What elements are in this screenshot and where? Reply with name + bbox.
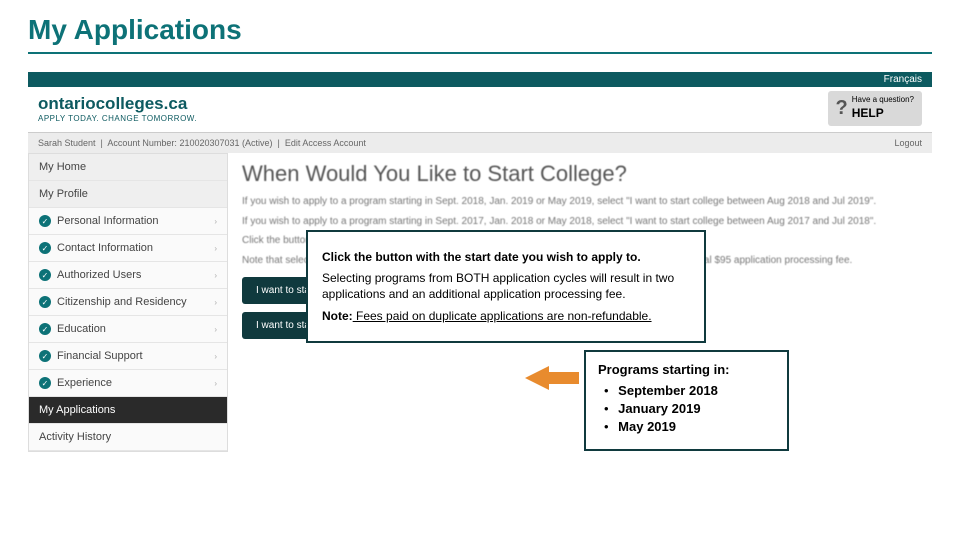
logout-link[interactable]: Logout (894, 138, 922, 148)
sidebar-my-applications[interactable]: My Applications (29, 397, 227, 424)
instruction-p1: If you wish to apply to a program starti… (242, 195, 918, 209)
sidebar-personal-info[interactable]: ✓Personal Information› (29, 208, 227, 235)
check-icon: ✓ (39, 269, 51, 281)
chevron-right-icon: › (214, 244, 217, 253)
help-cta: HELP (852, 106, 884, 120)
edit-account-link[interactable]: Edit Access Account (285, 138, 366, 148)
account-number-label: Account Number (107, 138, 174, 148)
check-icon: ✓ (39, 296, 51, 308)
slide-title: My Applications (0, 0, 960, 46)
callout-line3: Note: Fees paid on duplicate application… (322, 308, 690, 324)
account-number: 210020307031 (179, 138, 239, 148)
check-icon: ✓ (39, 377, 51, 389)
page-heading: When Would You Like to Start College? (242, 161, 918, 187)
sidebar: My Home My Profile ✓Personal Information… (28, 153, 228, 452)
arrow-icon (525, 366, 549, 390)
check-icon: ✓ (39, 242, 51, 254)
sidebar-citizenship[interactable]: ✓Citizenship and Residency› (29, 289, 227, 316)
chevron-right-icon: › (214, 298, 217, 307)
callout-line1: Click the button with the start date you… (322, 249, 690, 265)
brand-tagline: APPLY TODAY. CHANGE TOMORROW. (38, 114, 197, 123)
check-icon: ✓ (39, 350, 51, 362)
sidebar-experience[interactable]: ✓Experience› (29, 370, 227, 397)
question-icon: ? (836, 97, 848, 120)
brand-bar: ontariocolleges.ca APPLY TODAY. CHANGE T… (28, 87, 932, 133)
programs-callout: Programs starting in: September 2018 Jan… (584, 350, 789, 451)
programs-header: Programs starting in: (598, 362, 775, 377)
help-text: Have a question? HELP (852, 95, 914, 122)
sidebar-financial-support[interactable]: ✓Financial Support› (29, 343, 227, 370)
check-icon: ✓ (39, 215, 51, 227)
brand-name: ontariocolleges.ca (38, 94, 197, 114)
sidebar-my-profile[interactable]: My Profile (29, 181, 227, 208)
sidebar-contact-info[interactable]: ✓Contact Information› (29, 235, 227, 262)
account-status: (Active) (242, 138, 273, 148)
help-label: Have a question? (852, 95, 914, 104)
chevron-right-icon: › (214, 379, 217, 388)
sidebar-authorized-users[interactable]: ✓Authorized Users› (29, 262, 227, 289)
instruction-callout: Click the button with the start date you… (306, 230, 706, 343)
callout-line2: Selecting programs from BOTH application… (322, 270, 690, 302)
instruction-p2: If you wish to apply to a program starti… (242, 215, 918, 229)
program-item: September 2018 (604, 383, 775, 398)
sidebar-education[interactable]: ✓Education› (29, 316, 227, 343)
sidebar-activity-history[interactable]: Activity History (29, 424, 227, 451)
chevron-right-icon: › (214, 352, 217, 361)
chevron-right-icon: › (214, 325, 217, 334)
language-link[interactable]: Français (884, 74, 922, 85)
slide-rule (28, 52, 932, 54)
brand-block: ontariocolleges.ca APPLY TODAY. CHANGE T… (38, 94, 197, 123)
check-icon: ✓ (39, 323, 51, 335)
program-item: May 2019 (604, 419, 775, 434)
top-utility-bar: Français (28, 72, 932, 87)
account-name: Sarah Student (38, 138, 96, 148)
chevron-right-icon: › (214, 271, 217, 280)
sidebar-my-home[interactable]: My Home (29, 154, 227, 181)
help-box[interactable]: ? Have a question? HELP (828, 91, 922, 126)
account-bar: Sarah Student | Account Number: 21002030… (28, 133, 932, 153)
chevron-right-icon: › (214, 217, 217, 226)
program-item: January 2019 (604, 401, 775, 416)
